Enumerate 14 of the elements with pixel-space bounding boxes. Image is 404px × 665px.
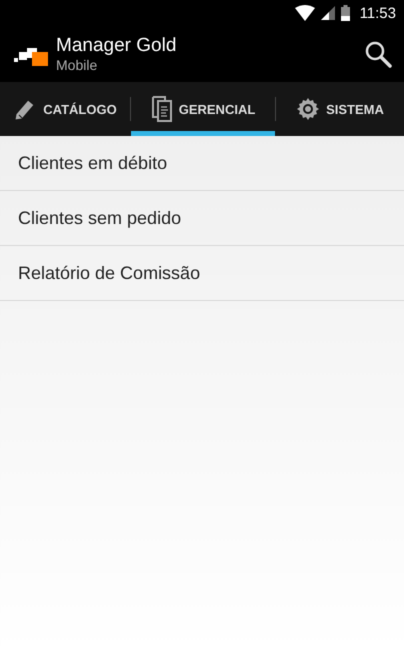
wifi-icon: [294, 5, 315, 21]
battery-icon: [340, 5, 350, 21]
search-icon[interactable]: [364, 40, 392, 68]
tab[interactable]: CATÁLOGO: [0, 82, 130, 136]
document-icon: [150, 95, 173, 123]
menu-item[interactable]: Clientes sem pedido: [0, 191, 404, 246]
gear-icon: [296, 97, 320, 121]
app-title: Manager Gold: [56, 34, 178, 56]
menu-item[interactable]: Clientes em débito: [0, 136, 404, 191]
menu-item[interactable]: Relatório de Comissão: [0, 246, 404, 301]
tab[interactable]: SISTEMA: [276, 82, 404, 136]
app-subtitle: Mobile: [56, 56, 98, 74]
signal-icon: [320, 6, 335, 20]
status-time: 11:53: [360, 4, 396, 22]
